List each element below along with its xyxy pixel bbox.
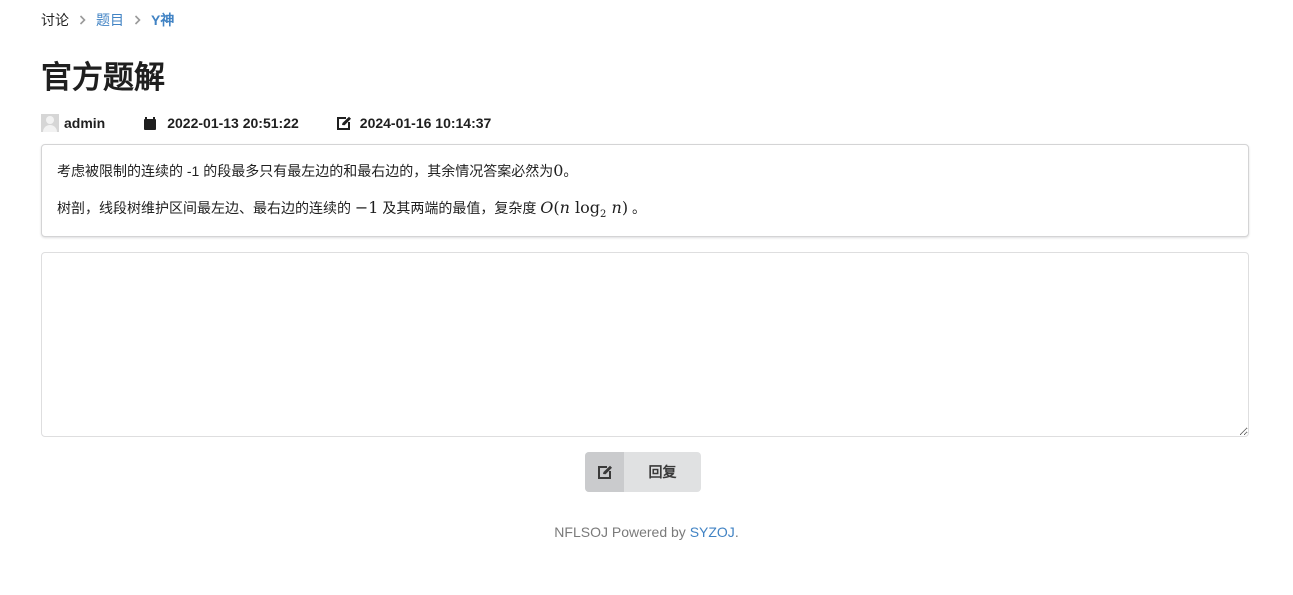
- footer-syzoj-link[interactable]: SYZOJ: [690, 524, 735, 540]
- footer-suffix: .: [734, 524, 739, 540]
- edit-icon: [585, 452, 624, 492]
- edit-icon: [336, 116, 351, 130]
- reply-button[interactable]: 回复: [585, 452, 701, 492]
- footer-text: NFLSOJ Powered by: [554, 524, 690, 540]
- reply-textarea[interactable]: [41, 252, 1249, 437]
- content-paragraph: 树剖，线段树维护区间最左边、最右边的连续的 −1 及其两端的最值，复杂度 O(n…: [57, 198, 646, 221]
- math-expression: −1: [354, 198, 379, 217]
- calendar-icon: [143, 116, 157, 130]
- solution-content: 考虑被限制的连续的 -1 的段最多只有最左边的和最右边的，其余情况答案必然为0。…: [41, 144, 1249, 237]
- article-meta: admin 2022-01-13 20:51:22 2024-01-16 10:…: [41, 112, 491, 134]
- breadcrumb-item-problem[interactable]: 题目: [96, 10, 124, 30]
- page-title: 官方题解: [41, 60, 165, 95]
- breadcrumb: 讨论 题目 Y神: [41, 10, 174, 30]
- edited-time: 2024-01-16 10:14:37: [336, 115, 492, 131]
- discussion-page: 讨论 题目 Y神 官方题解 admin 2022-01-13 20:51:22 …: [0, 0, 1293, 595]
- math-expression: O(n log2 n): [540, 198, 629, 221]
- author-link[interactable]: admin: [41, 114, 105, 132]
- math-expression: 0: [553, 161, 564, 180]
- created-time: 2022-01-13 20:51:22: [143, 115, 299, 131]
- created-time-text: 2022-01-13 20:51:22: [167, 115, 299, 131]
- reply-button-label: 回复: [648, 464, 677, 480]
- chevron-right-icon: [134, 15, 141, 25]
- avatar: [41, 114, 59, 132]
- author-name: admin: [64, 115, 106, 131]
- content-paragraph: 考虑被限制的连续的 -1 的段最多只有最左边的和最右边的，其余情况答案必然为0。: [57, 161, 578, 180]
- footer: NFLSOJ Powered by SYZOJ.: [0, 524, 1293, 540]
- breadcrumb-item-discussion: 讨论: [41, 12, 69, 28]
- chevron-right-icon: [79, 15, 86, 25]
- breadcrumb-item-current[interactable]: Y神: [151, 10, 174, 30]
- edited-time-text: 2024-01-16 10:14:37: [359, 115, 492, 131]
